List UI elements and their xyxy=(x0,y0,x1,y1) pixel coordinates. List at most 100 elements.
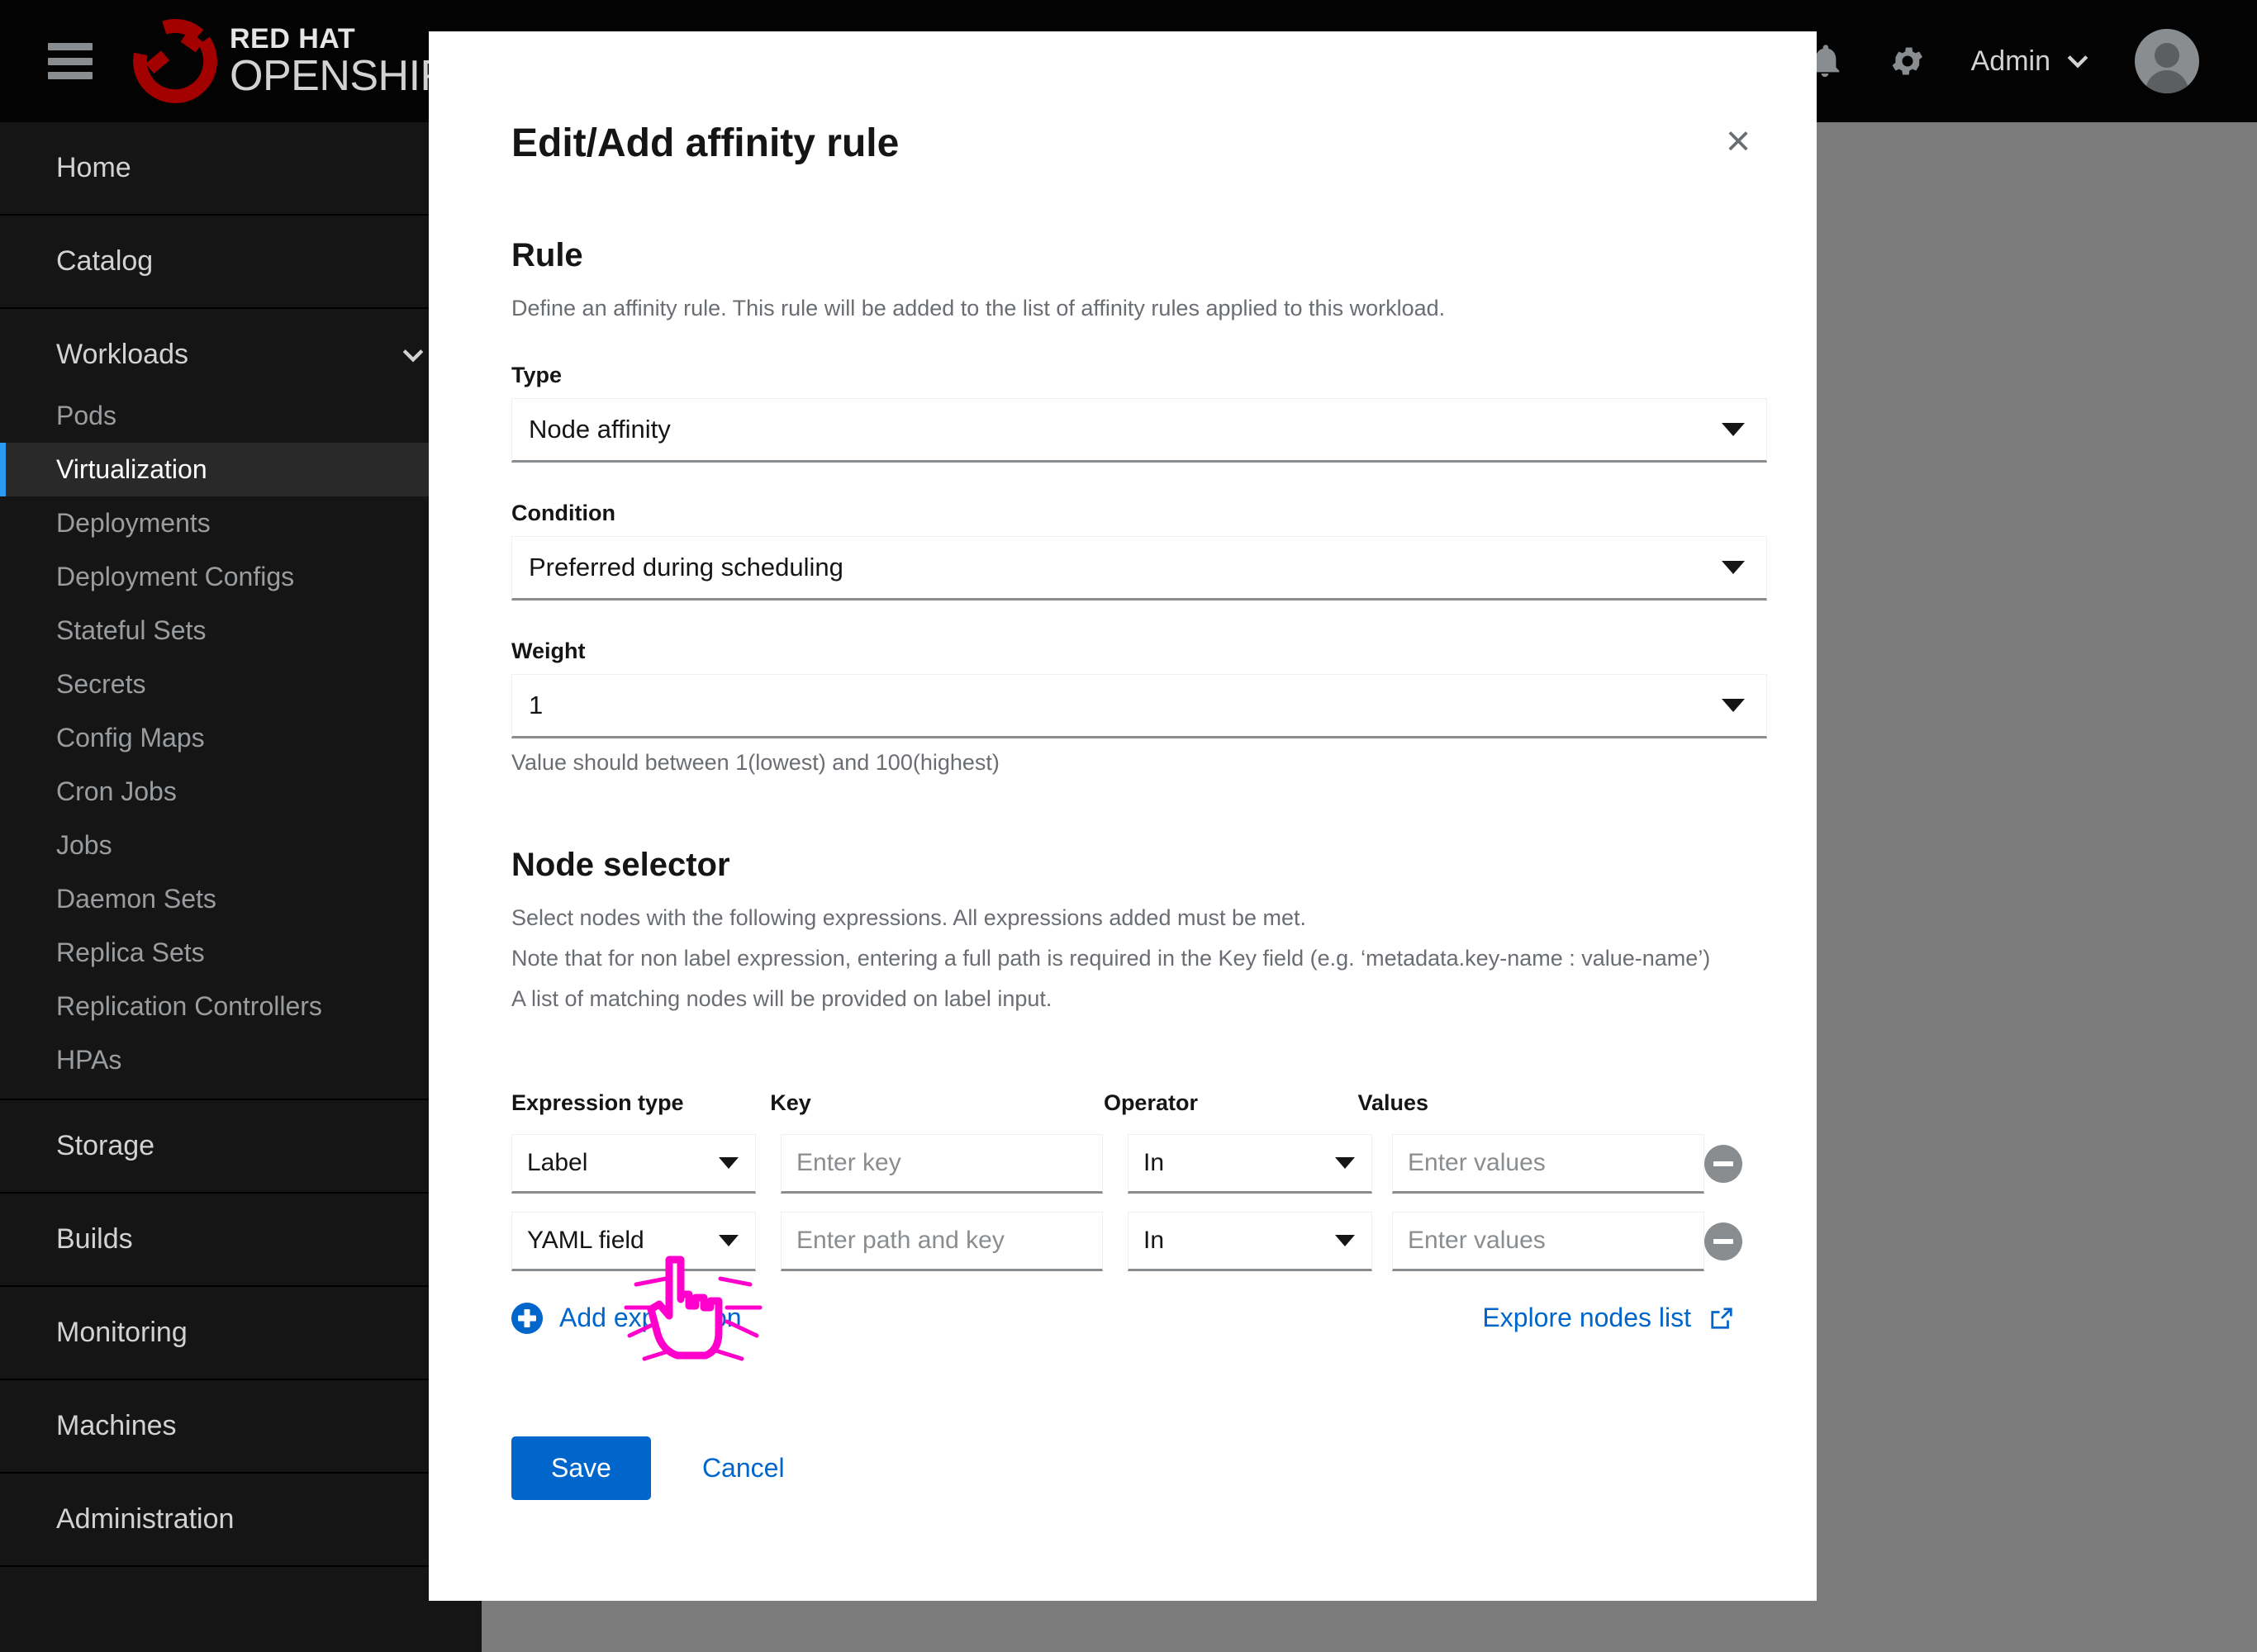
sidebar-item-deployments[interactable]: Deployments xyxy=(0,496,482,550)
remove-expression-button[interactable] xyxy=(1704,1222,1742,1260)
operator-value: In xyxy=(1143,1148,1165,1176)
expression-type-select[interactable]: Label xyxy=(511,1133,756,1194)
type-select-value: Node affinity xyxy=(529,415,671,444)
operator-select[interactable]: In xyxy=(1128,1211,1372,1271)
sidebar-item-catalog[interactable]: Catalog xyxy=(0,227,482,296)
sidebar-item-jobs[interactable]: Jobs xyxy=(0,819,482,872)
sidebar-group-monitoring: Monitoring xyxy=(0,1287,482,1380)
sidebar-item-label: Storage xyxy=(56,1130,155,1161)
sidebar-item-stateful-sets[interactable]: Stateful Sets xyxy=(0,604,482,657)
caret-down-icon xyxy=(1722,561,1745,575)
minus-icon xyxy=(1713,1238,1733,1244)
sidebar-item-secrets[interactable]: Secrets xyxy=(0,657,482,711)
sidebar-item-label: Home xyxy=(56,152,131,183)
avatar[interactable] xyxy=(2135,29,2199,93)
sidebar-item-label: Replication Controllers xyxy=(56,991,322,1021)
modal-title: Edit/Add affinity rule xyxy=(511,121,900,165)
expression-type-select[interactable]: YAML field xyxy=(511,1211,756,1271)
sidebar-item-label: Config Maps xyxy=(56,723,205,752)
node-selector-description-1: Select nodes with the following expressi… xyxy=(511,905,1307,931)
expression-rows: Label Enter key In Enter values YAML field En… xyxy=(511,1133,1742,1271)
column-header-key: Key xyxy=(770,1089,811,1115)
weight-select[interactable]: 1 xyxy=(511,674,1767,739)
expression-row: Label Enter key In Enter values xyxy=(511,1133,1742,1194)
sidebar-item-label: Stateful Sets xyxy=(56,615,207,645)
chevron-down-icon xyxy=(402,349,424,362)
rule-section-description: Define an affinity rule. This rule will … xyxy=(511,296,1446,320)
sidebar-item-monitoring[interactable]: Monitoring xyxy=(0,1298,482,1367)
sidebar-item-replica-sets[interactable]: Replica Sets xyxy=(0,926,482,980)
type-field-label: Type xyxy=(511,363,563,388)
sidebar-item-label: Virtualization xyxy=(56,454,207,484)
sidebar-item-workloads[interactable]: Workloads xyxy=(0,320,482,389)
explore-nodes-list-link[interactable]: Explore nodes list xyxy=(1482,1303,1734,1333)
sidebar-item-label: Machines xyxy=(56,1410,177,1441)
key-input[interactable]: Enter key xyxy=(781,1133,1103,1194)
weight-select-value: 1 xyxy=(529,691,544,720)
caret-down-icon xyxy=(1722,423,1745,437)
close-icon[interactable]: × xyxy=(1719,120,1757,163)
expression-type-value: YAML field xyxy=(527,1226,644,1254)
sidebar-group-storage: Storage xyxy=(0,1100,482,1194)
gear-icon[interactable] xyxy=(1889,42,1927,80)
user-menu-label: Admin xyxy=(1970,45,2050,77)
key-input[interactable]: Enter path and key xyxy=(781,1211,1103,1271)
sidebar-item-label: HPAs xyxy=(56,1045,122,1075)
sidebar-item-label: Cron Jobs xyxy=(56,776,177,806)
weight-field-label: Weight xyxy=(511,638,586,664)
sidebar-group-builds: Builds xyxy=(0,1194,482,1287)
hamburger-menu-icon[interactable] xyxy=(48,43,93,79)
sidebar-item-deployment-configs[interactable]: Deployment Configs xyxy=(0,550,482,604)
sidebar-item-label: Administration xyxy=(56,1503,235,1535)
values-input-placeholder: Enter values xyxy=(1408,1148,1546,1176)
values-input[interactable]: Enter values xyxy=(1392,1133,1704,1194)
cancel-button[interactable]: Cancel xyxy=(681,1436,806,1500)
minus-icon xyxy=(1713,1161,1733,1166)
values-input[interactable]: Enter values xyxy=(1392,1211,1704,1271)
hamburger-bar xyxy=(48,72,93,79)
sidebar-item-cron-jobs[interactable]: Cron Jobs xyxy=(0,765,482,819)
sidebar-item-builds[interactable]: Builds xyxy=(0,1205,482,1274)
column-header-expression-type: Expression type xyxy=(511,1089,684,1115)
explore-nodes-list-label: Explore nodes list xyxy=(1482,1303,1691,1333)
type-select[interactable]: Node affinity xyxy=(511,398,1767,463)
key-input-placeholder: Enter key xyxy=(796,1148,901,1176)
sidebar-item-daemon-sets[interactable]: Daemon Sets xyxy=(0,872,482,926)
sidebar-item-home[interactable]: Home xyxy=(0,134,482,202)
hamburger-bar xyxy=(48,43,93,50)
add-expression-label: Add expression xyxy=(559,1303,742,1333)
operator-select[interactable]: In xyxy=(1128,1133,1372,1194)
sidebar-item-label: Pods xyxy=(56,401,116,430)
node-selector-description-2: Note that for non label expression, ente… xyxy=(511,946,1711,971)
node-selector-description-3: A list of matching nodes will be provide… xyxy=(511,986,1052,1012)
sidebar-item-label: Deployment Configs xyxy=(56,562,295,591)
sidebar-item-virtualization[interactable]: Virtualization xyxy=(0,443,482,496)
sidebar-group-administration: Administration xyxy=(0,1474,482,1567)
sidebar-item-label: Jobs xyxy=(56,830,112,860)
sidebar-item-label: Replica Sets xyxy=(56,938,205,967)
sidebar-item-label: Deployments xyxy=(56,508,211,538)
key-input-placeholder: Enter path and key xyxy=(796,1226,1005,1254)
sidebar-item-label: Secrets xyxy=(56,669,146,699)
modal-footer: Save Cancel xyxy=(511,1436,1734,1500)
add-expression-button[interactable]: Add expression xyxy=(511,1302,742,1334)
caret-down-icon xyxy=(719,1234,739,1246)
redhat-logo-icon xyxy=(133,19,217,103)
condition-select[interactable]: Preferred during scheduling xyxy=(511,536,1767,601)
condition-select-value: Preferred during scheduling xyxy=(529,553,843,582)
save-button[interactable]: Save xyxy=(511,1436,651,1500)
sidebar-item-storage[interactable]: Storage xyxy=(0,1112,482,1180)
expression-type-value: Label xyxy=(527,1148,588,1176)
hamburger-bar xyxy=(48,57,93,65)
sidebar-item-hpas[interactable]: HPAs xyxy=(0,1033,482,1087)
sidebar-item-machines[interactable]: Machines xyxy=(0,1392,482,1460)
sidebar-item-administration[interactable]: Administration xyxy=(0,1485,482,1554)
column-header-operator: Operator xyxy=(1103,1089,1198,1115)
sidebar-item-pods[interactable]: Pods xyxy=(0,389,482,443)
sidebar-item-replication-controllers[interactable]: Replication Controllers xyxy=(0,980,482,1033)
remove-expression-button[interactable] xyxy=(1704,1144,1742,1183)
caret-down-icon xyxy=(719,1156,739,1169)
brand-logo-link[interactable]: RED HAT OPENSHIFT xyxy=(129,0,473,122)
sidebar-item-config-maps[interactable]: Config Maps xyxy=(0,711,482,765)
user-menu[interactable]: Admin xyxy=(1971,45,2090,78)
